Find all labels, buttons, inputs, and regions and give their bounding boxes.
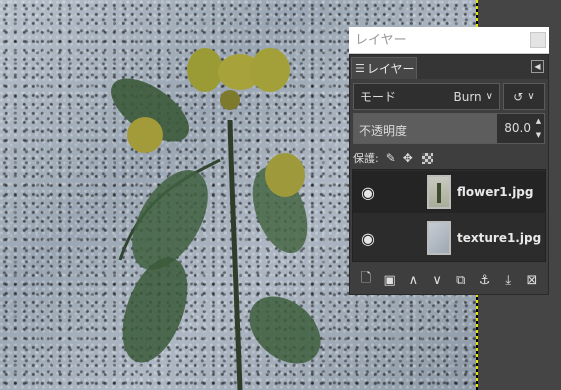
lock-label: 保護:: [353, 152, 379, 165]
paintbrush-icon[interactable]: ✎: [386, 151, 396, 165]
dock-close-button[interactable]: [530, 32, 546, 48]
new-layer-icon[interactable]: 🗋: [357, 269, 375, 291]
layer-actions-bar: 🗋 ▣ ∧ ∨ ⧉ ⚓ ⤓ ⊠: [353, 269, 545, 291]
layers-list: ◉ flower1.jpg ◉ texture1.jpg: [352, 169, 546, 262]
layers-stack-icon: ☰: [355, 62, 365, 75]
reset-icon: ↺: [513, 89, 524, 104]
layer-thumbnail: [427, 221, 451, 255]
mode-select[interactable]: モード Burn ∨: [353, 83, 500, 110]
eye-icon[interactable]: ◉: [353, 229, 383, 248]
checkerboard-icon[interactable]: [421, 152, 433, 164]
lock-row: 保護: ✎ ✥: [353, 149, 545, 167]
tab-layers[interactable]: ☰ レイヤー: [351, 57, 417, 79]
dock-titlebar[interactable]: レイヤー: [349, 27, 549, 54]
layer-row[interactable]: ◉ texture1.jpg: [353, 217, 545, 259]
delete-icon[interactable]: ⊠: [523, 273, 541, 288]
mode-label: モード: [360, 90, 397, 104]
composite-mode-button[interactable]: ↺ ∨: [503, 83, 545, 110]
layer-name: flower1.jpg: [457, 185, 534, 199]
new-layer-group-icon[interactable]: ▣: [381, 273, 399, 288]
merge-down-icon[interactable]: ⤓: [499, 273, 517, 288]
dock-tab-row: ☰ レイヤー ◀: [350, 55, 548, 79]
tab-layers-label: レイヤー: [366, 62, 415, 76]
move-arrows-icon[interactable]: ✥: [403, 151, 413, 165]
chevron-down-icon[interactable]: ∨: [428, 273, 446, 288]
layer-row[interactable]: ◉ flower1.jpg: [353, 171, 545, 213]
layer-name: texture1.jpg: [457, 231, 542, 245]
chevron-up-icon[interactable]: ∧: [404, 273, 422, 288]
dock-title-text: レイヤー: [355, 33, 407, 48]
layer-thumbnail: [427, 175, 451, 209]
layers-dock: ☰ レイヤー ◀ モード Burn ∨ ↺ ∨ 不透明度 80.0 ▲ ▼ 保護:…: [349, 54, 549, 295]
opacity-spinner[interactable]: ▲ ▼: [533, 114, 544, 143]
opacity-label: 不透明度: [359, 124, 408, 138]
tab-menu-button[interactable]: ◀: [531, 60, 544, 73]
anchor-icon[interactable]: ⚓: [476, 273, 494, 288]
eye-icon[interactable]: ◉: [353, 183, 383, 202]
opacity-slider[interactable]: 不透明度 80.0 ▲ ▼: [353, 113, 545, 144]
opacity-value-field[interactable]: 80.0: [497, 114, 534, 143]
chevron-down-icon: ∨: [527, 91, 535, 102]
chevron-down-icon: ∨: [485, 91, 493, 102]
duplicate-icon[interactable]: ⧉: [452, 273, 470, 288]
mode-value: Burn: [453, 89, 482, 104]
